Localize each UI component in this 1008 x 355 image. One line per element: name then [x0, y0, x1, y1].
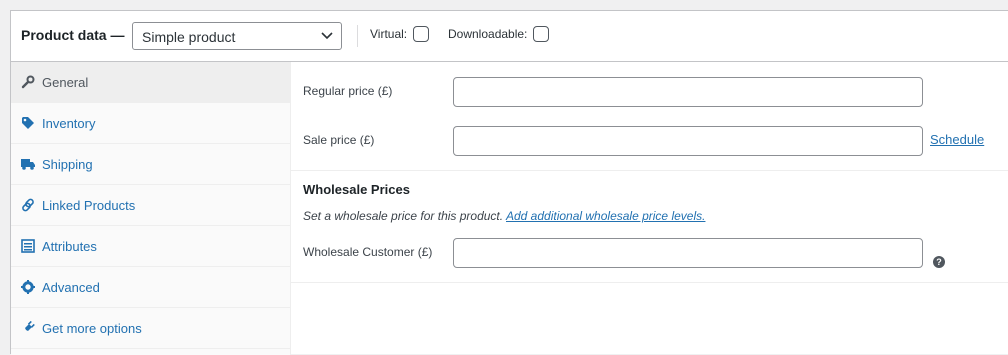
tab-advanced-label: Advanced	[42, 280, 100, 295]
tab-get-more-options-label: Get more options	[42, 321, 142, 336]
product-type-value: Simple product	[142, 29, 236, 45]
general-tab-content: Regular price (£) Sale price (£) Schedul…	[291, 62, 1008, 355]
wholesale-description-text: Set a wholesale price for this product.	[303, 209, 504, 223]
tab-shipping-label: Shipping	[42, 157, 93, 172]
tab-general-label: General	[42, 75, 89, 90]
tab-get-more-options[interactable]: Get more options	[11, 308, 291, 349]
virtual-label: Virtual:	[370, 27, 408, 41]
downloadable-label: Downloadable:	[448, 27, 528, 41]
product-data-header: Product data — Simple product Virtual: D…	[11, 11, 1008, 62]
wholesale-customer-label: Wholesale Customer (£)	[303, 245, 433, 259]
list-icon	[21, 239, 35, 253]
tab-inventory-label: Inventory	[42, 116, 96, 131]
product-type-select[interactable]: Simple product	[132, 22, 342, 50]
tab-attributes-label: Attributes	[42, 239, 97, 254]
product-data-title: Product data —	[21, 27, 125, 43]
tab-general[interactable]: General	[11, 62, 291, 103]
regular-price-input[interactable]	[453, 77, 923, 107]
add-wholesale-levels-link[interactable]: Add additional wholesale price levels.	[506, 209, 705, 223]
tab-advanced[interactable]: Advanced	[11, 267, 291, 308]
wholesale-prices-title: Wholesale Prices	[303, 182, 410, 197]
regular-price-label: Regular price (£)	[303, 84, 393, 98]
help-icon[interactable]: ?	[933, 256, 945, 268]
tag-icon	[22, 117, 34, 129]
schedule-link[interactable]: Schedule	[930, 132, 984, 147]
plugin-icon	[23, 321, 35, 334]
header-divider	[357, 25, 358, 47]
link-icon	[22, 198, 34, 212]
wholesale-customer-input[interactable]	[453, 238, 923, 268]
downloadable-checkbox[interactable]	[533, 26, 549, 42]
wholesale-description: Set a wholesale price for this product. …	[303, 209, 705, 223]
sale-price-label: Sale price (£)	[303, 133, 375, 147]
section-divider	[291, 170, 1008, 171]
tab-inventory[interactable]: Inventory	[11, 103, 291, 144]
gear-icon	[21, 280, 35, 294]
tab-shipping[interactable]: Shipping	[11, 144, 291, 185]
tab-attributes[interactable]: Attributes	[11, 226, 291, 267]
product-data-panel: Product data — Simple product Virtual: D…	[10, 10, 1008, 355]
content-bottom-divider	[291, 282, 1008, 283]
truck-icon	[21, 159, 35, 170]
chevron-down-icon	[321, 32, 333, 40]
tab-linked-products[interactable]: Linked Products	[11, 185, 291, 226]
wrench-icon	[21, 75, 35, 89]
sale-price-input[interactable]	[453, 126, 923, 156]
product-data-tabs: General Inventory Shipping Linked Produc…	[11, 62, 291, 355]
tab-linked-products-label: Linked Products	[42, 198, 136, 213]
virtual-checkbox[interactable]	[413, 26, 429, 42]
